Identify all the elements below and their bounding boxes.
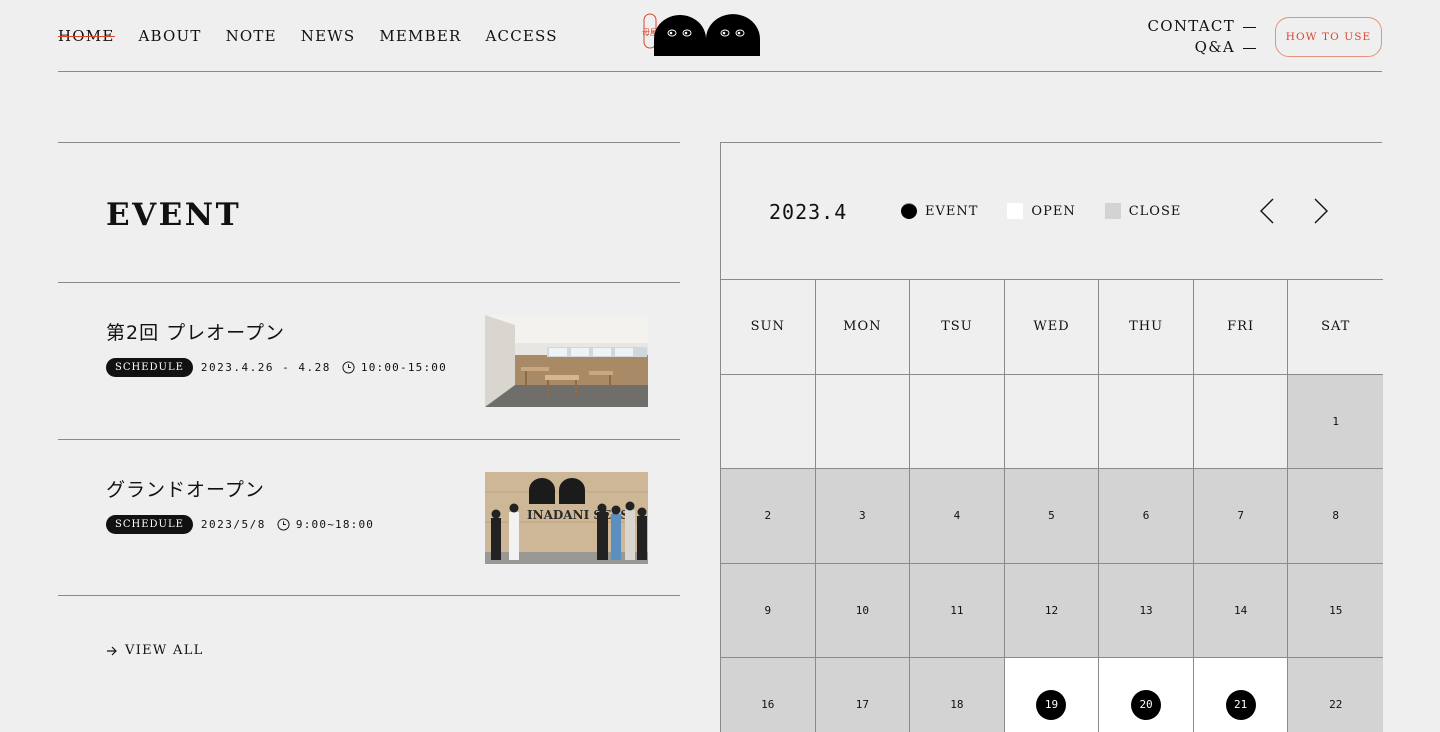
- event-title: 第2回 プレオープン: [106, 322, 285, 344]
- next-month-button[interactable]: [1310, 197, 1332, 225]
- legend-close-label: CLOSE: [1128, 203, 1182, 219]
- calendar-day[interactable]: 20: [1099, 658, 1194, 732]
- weekday-header: SUN: [721, 280, 816, 375]
- how-to-use-button[interactable]: HOW TO USE: [1275, 17, 1382, 57]
- calendar-header: 2023.4 EVENT OPEN CLOSE: [721, 143, 1383, 280]
- calendar-day[interactable]: 1: [1288, 374, 1383, 469]
- calendar-day[interactable]: 11: [910, 563, 1005, 658]
- calendar-empty-cell: [815, 374, 911, 469]
- calendar-empty-cell: [1193, 374, 1289, 469]
- event-day-marker: 20: [1131, 689, 1162, 720]
- main-nav: HOME ABOUT NOTE NEWS MEMBER ACCESS: [58, 27, 558, 45]
- weekday-header: WED: [1004, 280, 1100, 375]
- weekday-header: MON: [815, 280, 911, 375]
- view-all-link[interactable]: VIEW ALL: [106, 643, 204, 658]
- qa-link[interactable]: Q&A: [1148, 37, 1256, 58]
- event-thumbnail[interactable]: [485, 315, 648, 407]
- nav-note[interactable]: NOTE: [226, 27, 277, 45]
- open-square-icon: [1007, 203, 1024, 219]
- dash-icon: [1243, 47, 1256, 49]
- calendar-day[interactable]: 12: [1004, 563, 1100, 658]
- event-date: 2023.4.26 - 4.28: [200, 361, 331, 374]
- event-meta: SCHEDULE 2023/5/8 9:00~18:00: [106, 515, 374, 534]
- weekday-header: FRI: [1193, 280, 1289, 375]
- weekday-header: TSU: [910, 280, 1005, 375]
- header-links: CONTACT Q&A: [1147, 16, 1256, 58]
- legend-open-label: OPEN: [1031, 203, 1076, 219]
- event-meta: SCHEDULE 2023.4.26 - 4.28 10:00-15:00: [106, 358, 447, 377]
- event-item[interactable]: 第2回 プレオープン SCHEDULE 2023.4.26 - 4.28 10:…: [58, 282, 680, 439]
- contact-label: CONTACT: [1147, 17, 1235, 35]
- calendar-day[interactable]: 3: [815, 469, 911, 564]
- calendar-grid: SUN MON TSU WED THU FRI SAT 1 2 3 4 5 6 7 8 9 10 11 12 13 14…: [721, 280, 1383, 732]
- calendar-day[interactable]: 21: [1193, 658, 1289, 732]
- event-section: EVENT 第2回 プレオープン SCHEDULE 2023.4.26 - 4.…: [58, 142, 680, 732]
- view-all-label: VIEW ALL: [125, 643, 204, 658]
- arrow-right-icon: [107, 646, 117, 655]
- nav-about[interactable]: ABOUT: [139, 27, 202, 45]
- site-logo[interactable]: 母屋: [642, 13, 762, 57]
- clock-icon: [277, 518, 290, 531]
- nav-news[interactable]: NEWS: [301, 27, 356, 45]
- calendar-legend: EVENT OPEN CLOSE: [901, 203, 1210, 219]
- event-day-marker: 19: [1036, 689, 1067, 720]
- calendar-empty-cell: [1004, 374, 1100, 469]
- calendar-day[interactable]: 13: [1099, 563, 1194, 658]
- calendar-day[interactable]: 8: [1288, 469, 1383, 564]
- nav-access[interactable]: ACCESS: [485, 27, 557, 45]
- event-time: 10:00-15:00: [360, 361, 447, 374]
- calendar-empty-cell: [1099, 374, 1194, 469]
- calendar-day[interactable]: 22: [1288, 658, 1383, 732]
- calendar-day[interactable]: 5: [1004, 469, 1100, 564]
- calendar-day[interactable]: 19: [1004, 658, 1100, 732]
- calendar-month: 2023.4: [769, 200, 848, 224]
- event-date: 2023/5/8: [200, 518, 266, 531]
- calendar-day[interactable]: 7: [1193, 469, 1289, 564]
- room-interior-photo: [485, 315, 648, 407]
- legend-event: EVENT: [901, 203, 978, 219]
- chevron-right-icon: [1314, 198, 1328, 224]
- nav-member[interactable]: MEMBER: [379, 27, 461, 45]
- logo-mark-icon: 母屋: [642, 13, 760, 57]
- calendar-day[interactable]: 2: [721, 469, 816, 564]
- legend-close: CLOSE: [1104, 203, 1182, 219]
- schedule-badge: SCHEDULE: [106, 358, 193, 377]
- event-calendar: 2023.4 EVENT OPEN CLOSE SUN MON TSU WED THU F…: [720, 142, 1383, 732]
- event-title: グランドオープン: [106, 479, 265, 501]
- calendar-day[interactable]: 16: [721, 658, 816, 732]
- event-item[interactable]: グランドオープン SCHEDULE 2023/5/8 9:00~18:00 IN…: [58, 439, 680, 596]
- close-square-icon: [1104, 203, 1121, 219]
- event-day-marker: 21: [1225, 689, 1256, 720]
- group-photo: INADANI SEES: [485, 472, 648, 564]
- calendar-empty-cell: [721, 374, 816, 469]
- calendar-day[interactable]: 9: [721, 563, 816, 658]
- schedule-badge: SCHEDULE: [106, 515, 193, 534]
- calendar-day[interactable]: 6: [1099, 469, 1194, 564]
- chevron-left-icon: [1260, 198, 1274, 224]
- event-thumbnail[interactable]: INADANI SEES: [485, 472, 648, 564]
- clock-icon: [342, 361, 355, 374]
- legend-open: OPEN: [1007, 203, 1075, 219]
- calendar-day[interactable]: 17: [815, 658, 911, 732]
- calendar-day[interactable]: 18: [910, 658, 1005, 732]
- calendar-day[interactable]: 15: [1288, 563, 1383, 658]
- calendar-day[interactable]: 10: [815, 563, 911, 658]
- site-header: HOME ABOUT NOTE NEWS MEMBER ACCESS 母屋 CO…: [58, 0, 1382, 72]
- legend-event-label: EVENT: [925, 203, 979, 219]
- event-time: 9:00~18:00: [295, 518, 375, 531]
- event-list: 第2回 プレオープン SCHEDULE 2023.4.26 - 4.28 10:…: [58, 282, 680, 596]
- weekday-header: THU: [1099, 280, 1194, 375]
- calendar-day[interactable]: 14: [1193, 563, 1289, 658]
- qa-label: Q&A: [1194, 38, 1235, 56]
- section-title: EVENT: [106, 197, 242, 233]
- contact-link[interactable]: CONTACT: [1147, 16, 1256, 37]
- calendar-day[interactable]: 4: [910, 469, 1005, 564]
- calendar-empty-cell: [910, 374, 1005, 469]
- weekday-header: SAT: [1288, 280, 1383, 375]
- event-dot-icon: [901, 203, 917, 219]
- nav-home[interactable]: HOME: [58, 27, 115, 45]
- prev-month-button[interactable]: [1256, 197, 1278, 225]
- dash-icon: [1243, 26, 1256, 28]
